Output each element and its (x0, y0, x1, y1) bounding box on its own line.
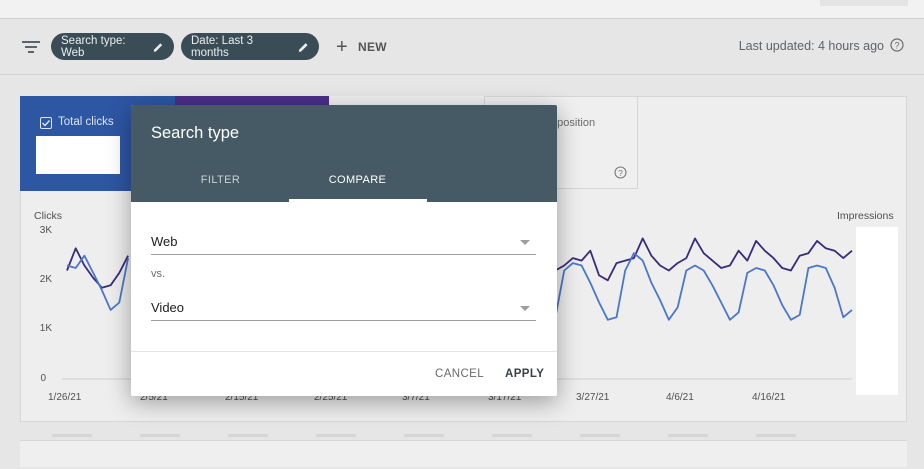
blurred-row (580, 434, 620, 437)
clicks-series-line (66, 254, 129, 311)
vs-label: vs. (151, 268, 166, 280)
first-search-type-value: Web (151, 234, 178, 249)
second-search-type-select[interactable]: Video (151, 296, 536, 321)
dialog-title: Search type (151, 124, 240, 142)
blurred-row (404, 434, 444, 437)
blurred-row (52, 434, 92, 437)
blurred-row (756, 434, 796, 437)
second-search-type-value: Video (151, 300, 185, 315)
blurred-row (316, 434, 356, 437)
blurred-row (140, 434, 180, 437)
cancel-button[interactable]: CANCEL (435, 368, 484, 380)
redacted-impressions-axis (856, 227, 898, 395)
apply-button[interactable]: APPLY (505, 368, 544, 380)
dropdown-arrow-icon (520, 306, 530, 311)
blurred-row (228, 434, 268, 437)
active-tab-indicator (289, 199, 427, 202)
first-search-type-select[interactable]: Web (151, 230, 536, 255)
bottom-card (20, 440, 907, 467)
dialog-divider (131, 351, 557, 352)
search-type-dialog: Search type FILTER COMPARE Web vs. Video… (131, 105, 557, 396)
tab-filter[interactable]: FILTER (152, 174, 289, 186)
blurred-row (492, 434, 532, 437)
blurred-row (668, 434, 708, 437)
tab-compare[interactable]: COMPARE (289, 174, 426, 186)
clicks-series-line (511, 252, 853, 321)
dropdown-arrow-icon (520, 240, 530, 245)
dialog-header: Search type FILTER COMPARE (131, 105, 557, 202)
